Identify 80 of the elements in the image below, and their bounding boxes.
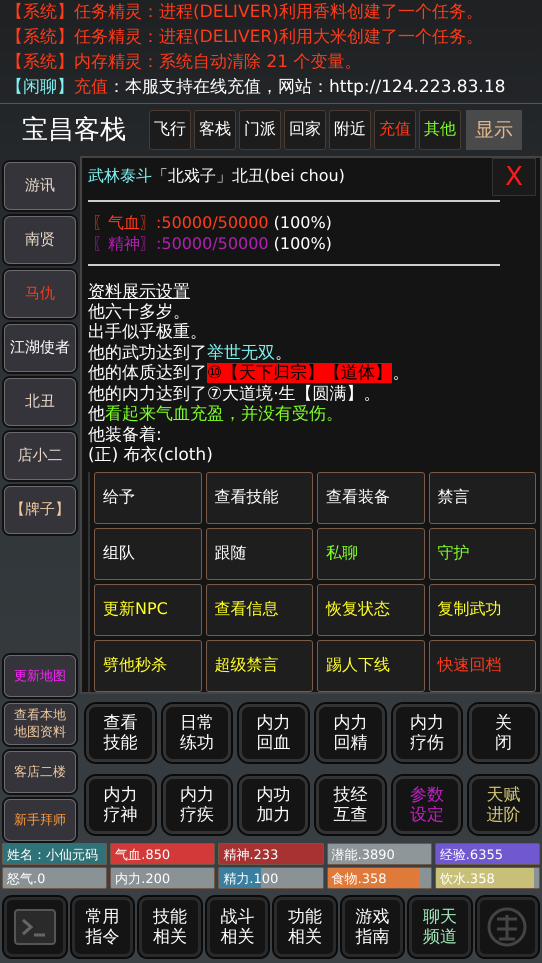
action-button[interactable]: 私聊 [317,528,424,580]
status-bar: 食物.358 [326,867,432,889]
chat-message: 【系统】任务精灵：进程(DELIVER)利用香料创建了一个任务。 [6,1,484,24]
menu-button[interactable]: 游戏指南 [342,897,403,957]
command-button[interactable]: 内力回血 [239,704,308,762]
status-bar: 姓名：小仙元码 [2,843,108,865]
status-bar: 精神.233 [218,843,324,865]
status-bar: 内力.200 [110,867,216,889]
action-button[interactable]: 更新NPC [94,584,202,636]
menu-button[interactable]: 战斗相关 [206,897,268,957]
status-bar: 饮水.358 [434,867,540,889]
nav-button[interactable]: 飞行 [149,110,191,150]
command-button[interactable]: 内力回精 [316,704,385,762]
status-bar: 气血.850 [110,843,216,865]
menu-button[interactable]: 常用指令 [72,897,133,957]
terminal-button[interactable] [4,897,66,957]
description-line: (正) 布衣(cloth) [88,445,214,466]
nav-button[interactable]: 其他 [419,110,461,150]
command-button[interactable]: 内力疗伤 [392,704,462,762]
action-button[interactable]: 查看技能 [206,472,313,524]
nav-button[interactable]: 客栈 [194,110,236,150]
action-button[interactable]: 快速回档 [428,640,536,692]
display-button[interactable]: 显示 [466,110,522,150]
action-button[interactable]: 超级禁言 [206,640,313,692]
menu-button[interactable]: 技能相关 [139,897,200,957]
map-button[interactable]: 客店二楼 [4,751,76,793]
npc-button[interactable]: 南贤 [4,216,76,264]
action-button[interactable]: 组队 [94,528,202,580]
close-button[interactable]: X [492,158,536,196]
menu-button[interactable]: 功能相关 [274,897,336,957]
description-line: 他装备着: [88,424,163,446]
npc-button[interactable]: 店小二 [4,432,76,480]
description-line: 他六十多岁。 [88,302,191,322]
command-button[interactable]: 关闭 [469,704,538,762]
location-title: 宝昌客栈 [22,114,126,148]
action-button[interactable]: 劈他秒杀 [94,640,202,692]
map-button[interactable]: 新手拜师 [4,799,76,841]
status-bar: 经验.6355 [434,843,540,865]
npc-button[interactable]: 北丑 [4,378,76,426]
command-button[interactable]: 内力疗神 [86,776,155,834]
command-button[interactable]: 天赋进阶 [469,776,538,834]
description-line: 他看起来气血充盈，并没有受伤。 [88,404,344,425]
command-button[interactable]: 日常练功 [162,704,232,762]
status-bar: 怒气.0 [2,867,108,889]
menu-button[interactable]: 聊天频道 [409,897,470,957]
chat-message: 【闲聊】充值：本服支持在线充值，网站：http://124.223.83.18 [6,76,506,99]
command-button[interactable]: 技经互查 [316,776,385,834]
nav-button[interactable]: 回家 [284,110,326,150]
command-button[interactable]: 查看技能 [86,704,155,762]
action-button[interactable]: 踢人下线 [317,640,424,692]
action-button[interactable]: 守护 [428,528,536,580]
stat-line: 〖精神〗:50000/50000 (100%) [92,232,333,254]
ornament-button[interactable] [476,897,538,957]
description-line: 他的武功达到了举世无双。 [88,342,293,364]
action-button[interactable]: 查看信息 [206,584,313,636]
action-button[interactable]: 禁言 [428,472,536,524]
map-button[interactable]: 更新地图 [4,655,76,697]
command-button[interactable]: 内功加力 [239,776,308,834]
stat-line: 〖气血〗:50000/50000 (100%) [92,212,333,233]
command-button[interactable]: 内力疗疾 [162,776,232,834]
npc-button[interactable]: 【牌子】 [4,486,76,534]
nav-button[interactable]: 门派 [239,110,281,150]
action-button[interactable]: 恢复状态 [317,584,424,636]
action-button[interactable]: 查看装备 [317,472,424,524]
settings-link[interactable]: 资料展示设置 [88,282,190,302]
status-bar: 潜能.3890 [326,843,432,865]
command-button[interactable]: 参数设定 [392,776,462,834]
nav-button[interactable]: 附近 [329,110,371,150]
chat-message: 【系统】任务精灵：进程(DELIVER)利用大米创建了一个任务。 [6,26,484,49]
chat-message: 【系统】内存精灵：系统自动清除 21 个变量。 [6,51,362,74]
npc-button[interactable]: 江湖使者 [4,324,76,372]
npc-button[interactable]: 游讯 [4,162,76,210]
npc-title: 武林泰斗「北戏子」北丑(bei chou) [88,164,345,187]
nav-button[interactable]: 充值 [374,110,416,150]
description-line: 出手似乎极重。 [88,322,208,343]
action-button[interactable]: 复制武功 [428,584,536,636]
action-button[interactable]: 给予 [94,472,202,524]
action-button[interactable]: 跟随 [206,528,313,580]
description-line: 他的内力达到了⑦大道境·生【圆满】。 [88,384,382,404]
map-button[interactable]: 查看本地地图资料 [4,703,76,745]
